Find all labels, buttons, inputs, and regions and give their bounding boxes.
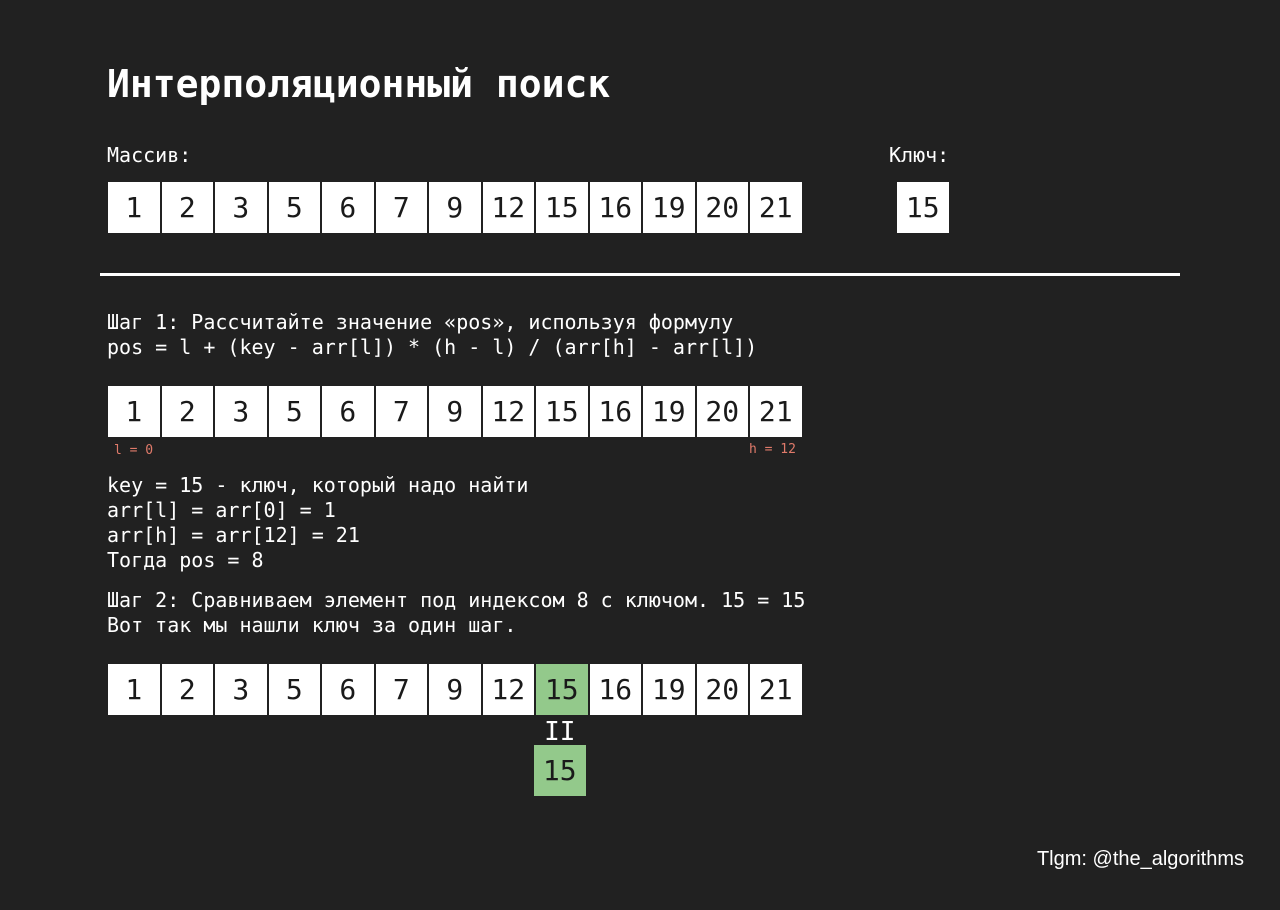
array-cell: 20 <box>696 182 748 233</box>
array-cell-found: 15 <box>536 664 588 715</box>
array-cell: 2 <box>161 386 213 437</box>
array-cell: 3 <box>215 664 267 715</box>
array-cell: 6 <box>322 386 374 437</box>
array-cell: 9 <box>429 182 481 233</box>
step1-explanation: key = 15 - ключ, который надо найти arr[… <box>107 473 528 573</box>
step2-line: Вот так мы нашли ключ за один шаг. <box>107 613 517 637</box>
array-cell: 19 <box>643 664 695 715</box>
array-cell: 12 <box>482 386 534 437</box>
array-cell: 20 <box>696 664 748 715</box>
equals-sign: II <box>544 717 576 747</box>
array-cell: 19 <box>643 182 695 233</box>
array-cell: 21 <box>750 182 802 233</box>
array-cell: 16 <box>589 386 641 437</box>
array-cell: 9 <box>429 664 481 715</box>
step2-line: Шаг 2: Сравниваем элемент под индексом 8… <box>107 588 806 612</box>
array-cell: 7 <box>375 386 427 437</box>
array-cell: 15 <box>536 182 588 233</box>
array-cell: 1 <box>108 386 160 437</box>
array-cell: 19 <box>643 386 695 437</box>
array-cell: 12 <box>482 182 534 233</box>
found-key-cell: 15 <box>534 745 586 796</box>
key-cell: 15 <box>897 182 949 233</box>
array-cell: 3 <box>215 386 267 437</box>
explanation-line: Тогда pos = 8 <box>107 548 264 572</box>
array-label: Массив: <box>107 143 192 167</box>
explanation-line: arr[h] = arr[12] = 21 <box>107 523 360 547</box>
page-title: Интерполяционный поиск <box>107 62 611 106</box>
array-cell: 1 <box>108 182 160 233</box>
array-cell: 7 <box>375 664 427 715</box>
step2-description: Шаг 2: Сравниваем элемент под индексом 8… <box>107 588 805 638</box>
explanation-line: key = 15 - ключ, который надо найти <box>107 473 529 497</box>
array-cell: 5 <box>268 386 320 437</box>
explanation-line: arr[l] = arr[0] = 1 <box>107 498 336 522</box>
array-cell: 5 <box>268 664 320 715</box>
step1-array: 1 2 3 5 6 7 9 12 15 16 19 20 21 <box>108 386 802 437</box>
array-cell: 21 <box>750 664 802 715</box>
array-cell: 2 <box>161 664 213 715</box>
key-label: Ключ: <box>889 143 950 167</box>
array-cell: 16 <box>589 664 641 715</box>
array-cell: 7 <box>375 182 427 233</box>
input-array: 1 2 3 5 6 7 9 12 15 16 19 20 21 <box>108 182 802 233</box>
array-cell: 9 <box>429 386 481 437</box>
low-pointer-label: l = 0 <box>114 443 154 458</box>
array-cell: 15 <box>536 386 588 437</box>
array-cell: 6 <box>322 664 374 715</box>
watermark: Tlgm: @the_algorithms <box>1036 848 1244 870</box>
step1-description: Шаг 1: Рассчитайте значение «pos», испол… <box>107 310 757 360</box>
array-cell: 12 <box>482 664 534 715</box>
divider <box>100 273 1180 276</box>
array-cell: 3 <box>215 182 267 233</box>
array-cell: 20 <box>696 386 748 437</box>
array-cell: 6 <box>322 182 374 233</box>
array-cell: 16 <box>589 182 641 233</box>
step1-line: Шаг 1: Рассчитайте значение «pos», испол… <box>107 310 734 334</box>
step2-array: 1 2 3 5 6 7 9 12 15 16 19 20 21 <box>108 664 802 715</box>
array-cell: 1 <box>108 664 160 715</box>
high-pointer-label: h = 12 <box>749 442 796 457</box>
array-cell: 5 <box>268 182 320 233</box>
array-cell: 21 <box>750 386 802 437</box>
formula-line: pos = l + (key - arr[l]) * (h - l) / (ar… <box>107 335 758 359</box>
array-cell: 2 <box>161 182 213 233</box>
